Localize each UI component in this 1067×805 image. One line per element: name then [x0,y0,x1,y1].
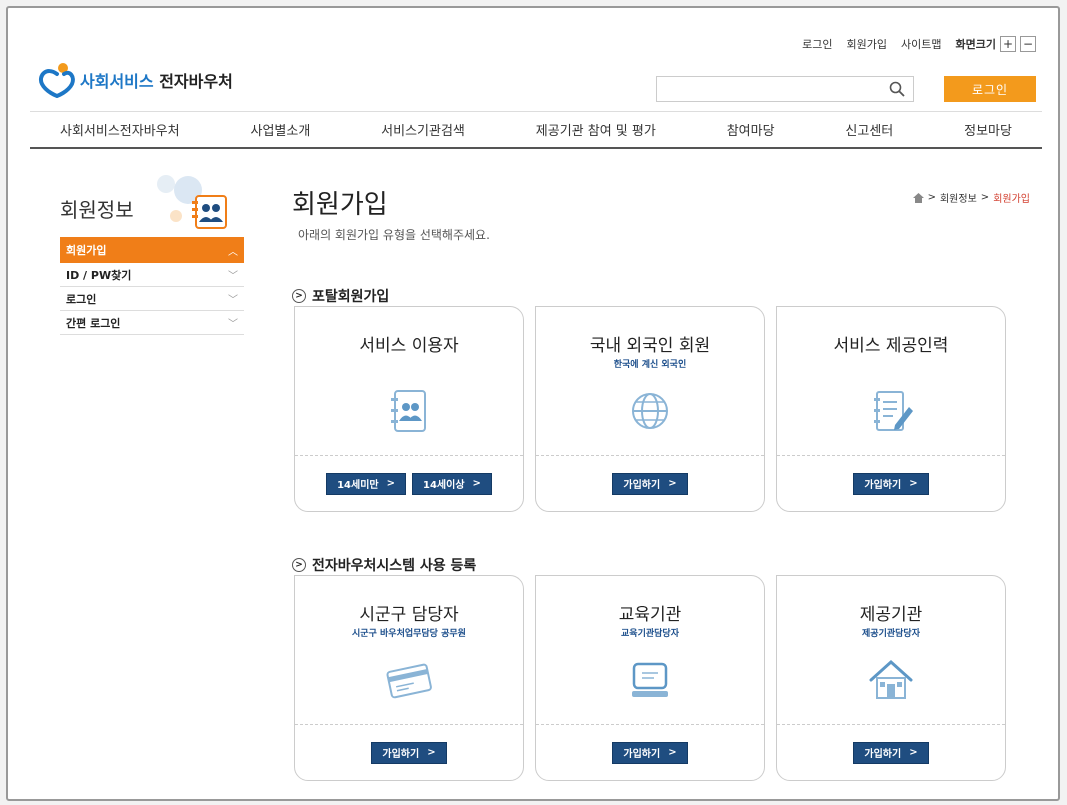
card-title: 제공기관 [859,605,923,625]
utility-bar: 로그인 회원가입 사이트맵 화면크기 + − [802,36,1036,52]
arrow-right-icon: > [472,478,481,489]
sidebar-item-label: 로그인 [66,292,97,306]
arrow-right-icon: > [386,478,395,489]
card-education-institution: 교육기관 교육기관담당자 가입하기 > [535,575,765,781]
card-subtitle: 교육기관담당자 [621,629,679,639]
section-title-portal: > 포탈회원가입 [292,286,389,306]
zoom-control: 화면크기 + − [956,36,1036,52]
search-box [656,76,914,102]
breadcrumb-level1[interactable]: 회원정보 [940,190,977,205]
arrow-right-icon: > [909,747,918,758]
chevron-down-icon: ﹀ [228,271,238,282]
card-icon [386,663,432,699]
join-district-officer-button[interactable]: 가입하기 > [371,741,447,764]
breadcrumb-separator: > [980,192,990,203]
join-education-button[interactable]: 가입하기 > [612,741,688,764]
util-sitemap-link[interactable]: 사이트맵 [901,36,941,52]
member-info-decoration-icon [157,175,227,229]
sidebar-item-find-id-pw[interactable]: ID / PW찾기 ﹀ [60,263,244,287]
card-actions: 가입하기 > [777,455,1005,511]
section-title-text: 전자바우처시스템 사용 등록 [312,558,477,574]
join-under14-button[interactable]: 14세미만 > [326,472,406,495]
arrow-right-icon: > [668,747,677,758]
zoom-label: 화면크기 [955,38,996,51]
nav-item-voucher[interactable]: 사회서비스전자바우처 [60,120,180,139]
sidebar-item-simple-login[interactable]: 간편 로그인 ﹀ [60,311,244,335]
chevron-up-icon: ︿ [228,246,238,258]
join-provider-institution-button[interactable]: 가입하기 > [853,741,929,764]
circle-arrow-icon: > [292,558,306,572]
page-title: 회원가입 [292,190,388,220]
card-district-officer: 시군구 담당자 시군구 바우처업무담당 공무원 가입하기 > [294,575,524,781]
arrow-right-icon: > [909,478,918,489]
sidebar-title: 회원정보 [60,198,134,222]
logo-heart-icon [39,63,75,98]
breadcrumb: > 회원정보 > 회원가입 [912,190,1030,205]
sidebar-item-label: 간편 로그인 [66,316,121,330]
search-icon[interactable] [889,81,905,97]
sidebar-item-label: ID / PW찾기 [66,268,132,282]
chevron-down-icon: ﹀ [228,319,238,330]
nav-item-participation[interactable]: 참여마당 [727,120,775,139]
home-icon[interactable] [912,192,924,203]
page-subtitle: 아래의 회원가입 유형을 선택해주세요. [298,228,490,242]
browser-frame: 로그인 회원가입 사이트맵 화면크기 + − 사회서비스 전자바우처 로그인 사… [6,6,1060,801]
join-provider-staff-button[interactable]: 가입하기 > [853,472,929,495]
zoom-in-button[interactable]: + [1000,36,1016,52]
join-foreigner-button[interactable]: 가입하기 > [612,472,688,495]
card-actions: 가입하기 > [777,724,1005,780]
sidebar-item-label: 회원가입 [66,244,107,257]
breadcrumb-current: 회원가입 [993,194,1030,205]
arrow-right-icon: > [668,478,677,489]
sidebar-item-login[interactable]: 로그인 ﹀ [60,287,244,311]
logo-text-primary: 사회서비스 [80,72,154,91]
section-title-text: 포탈회원가입 [312,289,390,305]
search-input[interactable] [657,77,877,101]
card-actions: 가입하기 > [295,724,523,780]
nav-item-provider[interactable]: 제공기관 참여 및 평가 [536,120,656,139]
sidebar-menu: 회원가입 ︿ ID / PW찾기 ﹀ 로그인 ﹀ 간편 로그인 ﹀ [60,237,244,335]
card-title: 교육기관 [618,605,682,625]
document-edit-icon [874,391,913,431]
util-login-link[interactable]: 로그인 [802,36,832,52]
card-actions: 14세미만 > 14세이상 > [295,455,523,511]
nav-item-report[interactable]: 신고센터 [845,120,893,139]
chevron-down-icon: ﹀ [228,295,238,306]
card-title: 서비스 제공인력 [833,336,949,356]
sidebar-item-join[interactable]: 회원가입 ︿ [60,237,244,263]
breadcrumb-separator: > [927,192,936,203]
house-icon [869,659,913,699]
login-button[interactable]: 로그인 [944,76,1036,102]
card-service-user: 서비스 이용자 14세미만 > 14세이상 > [294,306,524,512]
card-foreigner: 국내 외국인 회원 한국에 계신 외국인 가입하기 > [535,306,765,512]
card-actions: 가입하기 > [536,724,764,780]
join-over14-button[interactable]: 14세이상 > [412,472,492,495]
monitor-icon [632,662,668,697]
main-nav: 사회서비스전자바우처 사업별소개 서비스기관검색 제공기관 참여 및 평가 참여… [30,111,1042,149]
card-title: 국내 외국인 회원 [589,336,711,356]
nav-item-business[interactable]: 사업별소개 [250,120,310,139]
card-provider-institution: 제공기관 제공기관담당자 가입하기 > [776,575,1006,781]
card-title: 시군구 담당자 [359,605,459,625]
card-subtitle: 시군구 바우처업무담당 공무원 [352,629,466,639]
address-book-icon [391,390,426,432]
zoom-out-button[interactable]: − [1020,36,1036,52]
section-title-system-registration: > 전자바우처시스템 사용 등록 [292,555,476,575]
nav-item-agency-search[interactable]: 서비스기관검색 [381,120,465,139]
site-logo[interactable]: 사회서비스 전자바우처 [38,62,233,98]
util-join-link[interactable]: 회원가입 [847,36,887,52]
logo-text-secondary: 전자바우처 [159,72,233,91]
card-subtitle: 제공기관담당자 [862,629,920,639]
card-title: 서비스 이용자 [359,336,459,356]
globe-icon [632,393,668,429]
arrow-right-icon: > [427,747,436,758]
card-subtitle: 한국에 계신 외국인 [613,360,687,370]
circle-arrow-icon: > [292,289,306,303]
card-actions: 가입하기 > [536,455,764,511]
card-service-provider-staff: 서비스 제공인력 가입하기 > [776,306,1006,512]
nav-item-info[interactable]: 정보마당 [964,120,1012,139]
